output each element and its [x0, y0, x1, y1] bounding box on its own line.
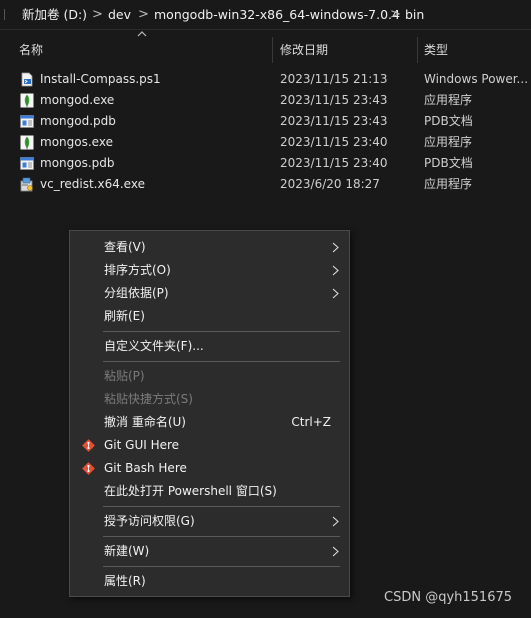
- menu-item-properties[interactable]: 属性(R): [70, 570, 349, 593]
- breadcrumb-separator[interactable]: >: [138, 0, 149, 29]
- file-date: 2023/11/15 23:40: [280, 156, 388, 170]
- file-type: 应用程序: [424, 177, 473, 191]
- menu-item-label: 排序方式(O): [104, 263, 171, 277]
- column-divider[interactable]: [417, 37, 418, 63]
- chevron-right-icon: [332, 288, 339, 299]
- pdb-document-icon: [20, 157, 34, 170]
- menu-item-label: Git Bash Here: [104, 461, 187, 475]
- chevron-right-icon: [332, 546, 339, 557]
- breadcrumb-separator[interactable]: >: [92, 0, 103, 29]
- address-bar[interactable]: 新加卷 (D:) > dev > mongodb-win32-x86_64-wi…: [0, 0, 531, 30]
- file-row[interactable]: mongos.exe 2023/11/15 23:40 应用程序: [0, 132, 531, 153]
- context-menu: 查看(V) 排序方式(O) 分组依据(P) 刷新(E) 自定义文件夹(F)...…: [69, 230, 350, 597]
- menu-item-new[interactable]: 新建(W): [70, 540, 349, 563]
- menu-item-label: 查看(V): [104, 240, 146, 254]
- file-row[interactable]: Install-Compass.ps1 2023/11/15 21:13 Win…: [0, 69, 531, 90]
- file-date: 2023/11/15 21:13: [280, 72, 388, 86]
- file-date: 2023/11/15 23:43: [280, 93, 388, 107]
- column-header-name[interactable]: 名称: [19, 37, 43, 63]
- chevron-right-icon: [332, 242, 339, 253]
- menu-item-git-gui[interactable]: Git GUI Here: [70, 434, 349, 457]
- installer-icon: [20, 177, 33, 192]
- breadcrumb-dev[interactable]: dev: [108, 0, 131, 29]
- file-date: 2023/11/15 23:43: [280, 114, 388, 128]
- menu-item-sort-by[interactable]: 排序方式(O): [70, 259, 349, 282]
- menu-separator: [103, 506, 340, 507]
- keyboard-shortcut: Ctrl+Z: [291, 415, 331, 429]
- file-type: PDB文档: [424, 114, 473, 128]
- breadcrumb-drive[interactable]: 新加卷 (D:): [22, 0, 87, 29]
- mongodb-leaf-icon: [20, 93, 34, 108]
- file-date: 2023/11/15 23:40: [280, 135, 388, 149]
- file-type: 应用程序: [424, 135, 473, 149]
- menu-item-label: 刷新(E): [104, 309, 145, 323]
- menu-separator: [103, 361, 340, 362]
- file-type: 应用程序: [424, 93, 473, 107]
- column-header-bar: 名称 修改日期 类型: [0, 37, 531, 63]
- watermark: CSDN @qyh151675: [384, 590, 513, 605]
- git-logo-icon: [82, 439, 95, 452]
- file-name: mongod.pdb: [40, 114, 116, 128]
- breadcrumb-mongodb-folder[interactable]: mongodb-win32-x86_64-windows-7.0.4: [154, 0, 400, 29]
- file-type: PDB文档: [424, 156, 473, 170]
- file-name: mongos.pdb: [40, 156, 115, 170]
- breadcrumb-bin[interactable]: bin: [405, 0, 424, 29]
- menu-item-view[interactable]: 查看(V): [70, 236, 349, 259]
- menu-item-grant-access[interactable]: 授予访问权限(G): [70, 510, 349, 533]
- menu-item-label: 粘贴(P): [104, 369, 145, 383]
- mongodb-leaf-icon: [20, 135, 34, 150]
- menu-item-git-bash[interactable]: Git Bash Here: [70, 457, 349, 480]
- menu-item-paste: 粘贴(P): [70, 365, 349, 388]
- menu-item-label: 授予访问权限(G): [104, 514, 195, 528]
- file-date: 2023/6/20 18:27: [280, 177, 380, 191]
- menu-item-label: 属性(R): [104, 574, 146, 588]
- menu-item-label: Git GUI Here: [104, 438, 180, 452]
- menu-item-open-powershell[interactable]: 在此处打开 Powershell 窗口(S): [70, 480, 349, 503]
- menu-item-label: 自定义文件夹(F)...: [104, 339, 204, 353]
- menu-separator: [103, 331, 340, 332]
- menu-item-label: 分组依据(P): [104, 286, 169, 300]
- file-row[interactable]: vc_redist.x64.exe 2023/6/20 18:27 应用程序: [0, 174, 531, 195]
- file-row[interactable]: mongod.pdb 2023/11/15 23:43 PDB文档: [0, 111, 531, 132]
- menu-item-label: 粘贴快捷方式(S): [104, 392, 193, 406]
- menu-item-label: 在此处打开 Powershell 窗口(S): [104, 484, 277, 498]
- column-divider[interactable]: [272, 37, 273, 63]
- file-row[interactable]: mongos.pdb 2023/11/15 23:40 PDB文档: [0, 153, 531, 174]
- git-logo-icon: [82, 462, 95, 475]
- file-name: vc_redist.x64.exe: [40, 177, 145, 191]
- menu-item-paste-shortcut: 粘贴快捷方式(S): [70, 388, 349, 411]
- address-bar-edge: [4, 9, 13, 20]
- menu-item-group-by[interactable]: 分组依据(P): [70, 282, 349, 305]
- chevron-right-icon: [332, 265, 339, 276]
- pdb-document-icon: [20, 115, 34, 128]
- file-name: Install-Compass.ps1: [40, 72, 161, 86]
- powershell-script-icon: [21, 72, 33, 87]
- menu-item-customize-folder[interactable]: 自定义文件夹(F)...: [70, 335, 349, 358]
- file-name: mongos.exe: [40, 135, 113, 149]
- menu-separator: [103, 566, 340, 567]
- file-row[interactable]: mongod.exe 2023/11/15 23:43 应用程序: [0, 90, 531, 111]
- file-type: Windows Power...: [424, 72, 529, 86]
- menu-separator: [103, 536, 340, 537]
- column-header-date[interactable]: 修改日期: [280, 37, 328, 63]
- menu-item-undo-rename[interactable]: 撤消 重命名(U) Ctrl+Z: [70, 411, 349, 434]
- chevron-right-icon: [332, 516, 339, 527]
- column-header-type[interactable]: 类型: [424, 37, 448, 63]
- menu-item-label: 撤消 重命名(U): [104, 415, 186, 429]
- file-name: mongod.exe: [40, 93, 115, 107]
- breadcrumb-separator[interactable]: >: [390, 0, 401, 29]
- menu-item-refresh[interactable]: 刷新(E): [70, 305, 349, 328]
- menu-item-label: 新建(W): [104, 544, 150, 558]
